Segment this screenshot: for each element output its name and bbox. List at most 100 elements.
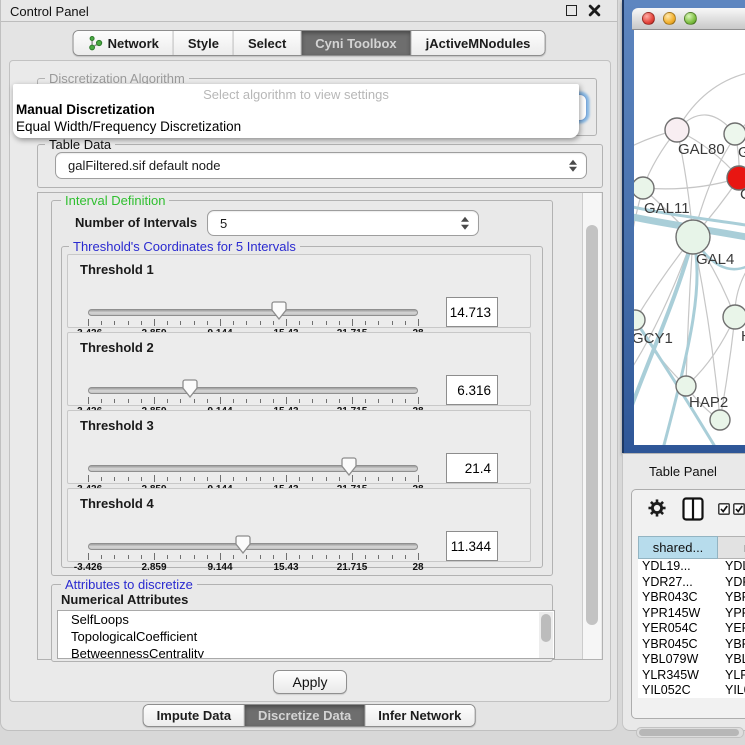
float-window-icon[interactable]: [566, 5, 577, 16]
scrollbar-thumb[interactable]: [586, 225, 598, 625]
slider-tick: [392, 321, 393, 325]
threshold-slider[interactable]: -3.4262.8599.14415.4321.71528: [88, 535, 418, 573]
node-table[interactable]: shared...n YDL19...YDL1YDR27...YDR2YBR04…: [638, 536, 745, 698]
tab-cyni-toolbox[interactable]: Cyni Toolbox: [301, 31, 411, 55]
network-node-gal80[interactable]: [665, 118, 689, 142]
tab-network[interactable]: Network: [74, 31, 174, 55]
attribute-list-item[interactable]: SelfLoops: [58, 611, 554, 628]
table-panel-title: Table Panel: [649, 464, 717, 479]
threshold-label: Threshold 4: [80, 496, 154, 511]
slider-tick-label: -3.426: [74, 562, 102, 573]
slider-tick: [352, 397, 353, 404]
slider-thumb[interactable]: [235, 535, 251, 554]
numerical-attributes-list[interactable]: SelfLoopsTopologicalCoefficientBetweenne…: [57, 610, 555, 659]
close-traffic-light-icon[interactable]: [642, 12, 655, 25]
table-cell: YBL079W: [638, 652, 718, 668]
slider-track[interactable]: [88, 387, 418, 394]
slider-tick-label: 28: [412, 562, 423, 573]
slider-tick: [220, 553, 221, 560]
list-scrollbar[interactable]: [539, 612, 553, 659]
number-of-intervals-select[interactable]: 5: [207, 210, 479, 236]
threshold-value-input[interactable]: [446, 453, 498, 483]
table-toolbar: [632, 490, 745, 532]
panel-title: Control Panel: [10, 4, 89, 19]
slider-tick: [141, 399, 142, 403]
gear-icon[interactable]: [648, 499, 666, 517]
bottom-tab-impute-data[interactable]: Impute Data: [144, 705, 245, 726]
horizontal-scrollbar[interactable]: [636, 727, 744, 738]
dropdown-option-manual-discretization[interactable]: Manual Discretization: [13, 101, 579, 118]
table-row[interactable]: YBL079WYBL0: [638, 652, 745, 668]
slider-tick-label: 9.144: [207, 562, 232, 573]
table-data-select[interactable]: galFiltered.sif default node: [55, 152, 587, 179]
close-icon[interactable]: [588, 3, 601, 18]
bottom-tab-discretize-data[interactable]: Discretize Data: [245, 705, 365, 726]
tab-style[interactable]: Style: [174, 31, 234, 55]
network-node-hap2[interactable]: [676, 376, 696, 396]
slider-tick: [273, 399, 274, 403]
network-node-g[interactable]: [724, 123, 745, 145]
tab-select[interactable]: Select: [234, 31, 301, 55]
vertical-scrollbar[interactable]: [582, 193, 601, 659]
table-panel: Table Panel: [622, 453, 745, 731]
zoom-traffic-light-icon[interactable]: [684, 12, 697, 25]
network-node-h[interactable]: [723, 305, 745, 329]
table-row[interactable]: YBR043CYBR0: [638, 590, 745, 606]
tab-label: Network: [108, 36, 159, 51]
attribute-list-item[interactable]: BetweennessCentrality: [58, 645, 554, 659]
slider-tick: [312, 555, 313, 559]
slider-tick: [299, 399, 300, 403]
slider-tick: [114, 321, 115, 325]
apply-button[interactable]: Apply: [273, 670, 347, 694]
slider-thumb[interactable]: [182, 379, 198, 398]
table-header-row: shared...n: [638, 536, 745, 559]
table-row[interactable]: YIL052CYIL0: [638, 683, 745, 698]
slider-tick: [128, 321, 129, 325]
slider-tick: [286, 475, 287, 482]
network-window-titlebar[interactable]: [632, 8, 745, 30]
slider-track[interactable]: [88, 543, 418, 550]
table-cell: YPR145W: [638, 606, 718, 622]
table-row[interactable]: YDR27...YDR2: [638, 575, 745, 591]
column-header-1[interactable]: shared...: [638, 536, 718, 559]
number-of-intervals-value: 5: [208, 216, 227, 231]
bottom-tab-infer-network[interactable]: Infer Network: [365, 705, 474, 726]
slider-thumb[interactable]: [271, 301, 287, 320]
split-columns-icon[interactable]: [682, 497, 704, 521]
slider-tick: [286, 553, 287, 560]
network-node-gcy1[interactable]: [634, 310, 645, 330]
slider-tick: [88, 319, 89, 326]
threshold-value-input[interactable]: [446, 531, 498, 561]
slider-track[interactable]: [88, 309, 418, 316]
dropdown-option-equal-width-frequency-discretization[interactable]: Equal Width/Frequency Discretization: [13, 118, 579, 135]
slider-tick: [392, 555, 393, 559]
tab-jactivemnodules[interactable]: jActiveMNodules: [412, 31, 545, 55]
scrollbar-thumb[interactable]: [541, 614, 551, 642]
minimize-traffic-light-icon[interactable]: [663, 12, 676, 25]
network-edge: [634, 237, 693, 374]
table-row[interactable]: YPR145WYPR1: [638, 606, 745, 622]
network-node-gal4[interactable]: [676, 220, 710, 254]
table-row[interactable]: YBR045CYBR0: [638, 637, 745, 653]
threshold-value-input[interactable]: [446, 297, 498, 327]
table-row[interactable]: YER054CYER0: [638, 621, 745, 637]
scrollbar-thumb[interactable]: [639, 729, 739, 736]
network-node-gal11[interactable]: [634, 177, 654, 199]
slider-track[interactable]: [88, 465, 418, 472]
slider-tick: [365, 477, 366, 481]
dropdown-placeholder-option[interactable]: Select algorithm to view settings: [13, 84, 579, 101]
slider-tick: [233, 477, 234, 481]
table-cell: YDL19...: [638, 559, 718, 575]
table-cell: YBL0: [718, 652, 745, 668]
checkbox-icon[interactable]: [733, 503, 745, 515]
table-row[interactable]: YLR345WYLR3: [638, 668, 745, 684]
table-cell: YLR345W: [638, 668, 718, 684]
network-node[interactable]: [710, 410, 730, 430]
column-header-2[interactable]: n: [718, 536, 745, 559]
attribute-list-item[interactable]: TopologicalCoefficient: [58, 628, 554, 645]
table-row[interactable]: YDL19...YDL1: [638, 559, 745, 575]
network-canvas[interactable]: GAL80GCGAL11GAL4GCY1HHAP2: [634, 30, 745, 445]
threshold-value-input[interactable]: [446, 375, 498, 405]
checkbox-icon[interactable]: [718, 503, 730, 515]
slider-thumb[interactable]: [341, 457, 357, 476]
